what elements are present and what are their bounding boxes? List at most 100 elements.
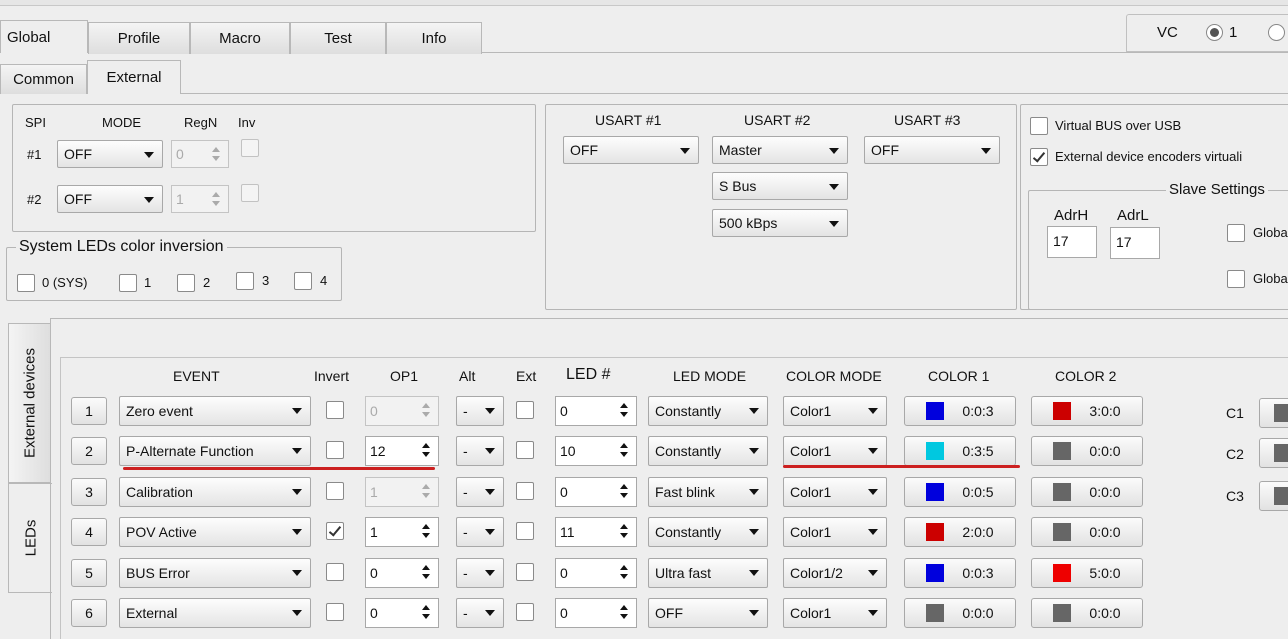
alt-select[interactable]: - (456, 558, 504, 588)
tab-leds[interactable]: LEDs (8, 483, 52, 593)
usart-2-rate-select[interactable]: 500 kBps (712, 209, 848, 237)
c1-button[interactable] (1259, 398, 1288, 428)
invert-checkbox[interactable] (326, 441, 344, 459)
alt-select[interactable]: - (456, 598, 504, 628)
color-mode-select[interactable]: Color1 (783, 436, 887, 466)
global-1-checkbox[interactable] (1227, 224, 1245, 242)
usart-1-select[interactable]: OFF (563, 136, 699, 164)
ext-checkbox[interactable] (516, 563, 534, 581)
event-select[interactable]: POV Active (119, 517, 311, 547)
sysled-1-checkbox[interactable] (119, 274, 137, 292)
spi-2-inv-checkbox[interactable] (241, 184, 259, 202)
color-mode-select[interactable]: Color1/2 (783, 558, 887, 588)
invert-checkbox[interactable] (326, 522, 344, 540)
alt-select[interactable]: - (456, 477, 504, 507)
tab-external-devices[interactable]: External devices (8, 323, 50, 483)
color2-button[interactable]: 0:0:0 (1031, 477, 1143, 507)
row-number-button[interactable]: 5 (71, 559, 107, 587)
encoders-virtual-checkbox[interactable] (1030, 148, 1048, 166)
event-select[interactable]: External (119, 598, 311, 628)
led-mode-select[interactable]: Ultra fast (648, 558, 768, 588)
spi-2-regn-spinner[interactable]: 1 (171, 185, 229, 213)
tab-profile[interactable]: Profile (88, 22, 190, 54)
color1-button[interactable]: 0:3:5 (904, 436, 1016, 466)
color1-button[interactable]: 0:0:0 (904, 598, 1016, 628)
adrh-input[interactable]: 17 (1047, 226, 1097, 258)
op1-spinner[interactable]: 0 (365, 396, 439, 426)
ext-checkbox[interactable] (516, 401, 534, 419)
usart-3-select[interactable]: OFF (864, 136, 1000, 164)
led-mode-select[interactable]: Constantly (648, 436, 768, 466)
invert-checkbox[interactable] (326, 563, 344, 581)
usart-2-mode-select[interactable]: Master (712, 136, 848, 164)
spi-1-regn-spinner[interactable]: 0 (171, 140, 229, 168)
color2-button[interactable]: 0:0:0 (1031, 517, 1143, 547)
usart-2-bus-select[interactable]: S Bus (712, 172, 848, 200)
sysled-2-checkbox[interactable] (177, 274, 195, 292)
tab-global[interactable]: Global (0, 20, 88, 53)
led-mode-select[interactable]: Constantly (648, 396, 768, 426)
tab-common[interactable]: Common (0, 64, 87, 94)
sysled-3-checkbox[interactable] (236, 272, 254, 290)
spi-1-mode-select[interactable]: OFF (57, 140, 163, 168)
led-number-spinner[interactable]: 10 (555, 436, 637, 466)
invert-checkbox[interactable] (326, 482, 344, 500)
event-select[interactable]: Calibration (119, 477, 311, 507)
c2-button[interactable] (1259, 438, 1288, 468)
color2-button[interactable]: 3:0:0 (1031, 396, 1143, 426)
led-number-spinner[interactable]: 0 (555, 477, 637, 507)
led-number-spinner[interactable]: 0 (555, 598, 637, 628)
row-number-button[interactable]: 4 (71, 518, 107, 546)
color1-button[interactable]: 0:0:3 (904, 558, 1016, 588)
op1-spinner[interactable]: 0 (365, 598, 439, 628)
tab-external[interactable]: External (87, 60, 181, 94)
tab-info[interactable]: Info (386, 22, 482, 54)
tab-test[interactable]: Test (290, 22, 386, 54)
color-mode-select[interactable]: Color1 (783, 598, 887, 628)
vc-radio-1[interactable] (1206, 24, 1223, 41)
led-number-spinner[interactable]: 0 (555, 558, 637, 588)
color-mode-select[interactable]: Color1 (783, 517, 887, 547)
sysled-4-checkbox[interactable] (294, 272, 312, 290)
alt-select[interactable]: - (456, 396, 504, 426)
color1-button[interactable]: 2:0:0 (904, 517, 1016, 547)
virtual-bus-usb-checkbox[interactable] (1030, 117, 1048, 135)
row-number-button[interactable]: 3 (71, 478, 107, 506)
spi-2-mode-select[interactable]: OFF (57, 185, 163, 213)
ext-checkbox[interactable] (516, 441, 534, 459)
op1-spinner[interactable]: 0 (365, 558, 439, 588)
color1-button[interactable]: 0:0:3 (904, 396, 1016, 426)
event-select[interactable]: P-Alternate Function (119, 436, 311, 466)
tab-macro[interactable]: Macro (190, 22, 290, 54)
alt-select[interactable]: - (456, 436, 504, 466)
op1-spinner[interactable]: 1 (365, 477, 439, 507)
ext-checkbox[interactable] (516, 482, 534, 500)
op1-spinner[interactable]: 12 (365, 436, 439, 466)
color-mode-select[interactable]: Color1 (783, 396, 887, 426)
ext-checkbox[interactable] (516, 603, 534, 621)
led-number-spinner[interactable]: 0 (555, 396, 637, 426)
color2-button[interactable]: 0:0:0 (1031, 436, 1143, 466)
event-select[interactable]: Zero event (119, 396, 311, 426)
invert-checkbox[interactable] (326, 603, 344, 621)
event-select[interactable]: BUS Error (119, 558, 311, 588)
row-number-button[interactable]: 6 (71, 599, 107, 627)
color2-button[interactable]: 5:0:0 (1031, 558, 1143, 588)
spi-1-inv-checkbox[interactable] (241, 139, 259, 157)
sysled-0-checkbox[interactable] (17, 274, 35, 292)
row-number-button[interactable]: 1 (71, 397, 107, 425)
led-mode-select[interactable]: Constantly (648, 517, 768, 547)
row-number-button[interactable]: 2 (71, 437, 107, 465)
color1-button[interactable]: 0:0:5 (904, 477, 1016, 507)
invert-checkbox[interactable] (326, 401, 344, 419)
ext-checkbox[interactable] (516, 522, 534, 540)
led-mode-select[interactable]: Fast blink (648, 477, 768, 507)
color-mode-select[interactable]: Color1 (783, 477, 887, 507)
op1-spinner[interactable]: 1 (365, 517, 439, 547)
color2-button[interactable]: 0:0:0 (1031, 598, 1143, 628)
global-2-checkbox[interactable] (1227, 270, 1245, 288)
vc-radio-2[interactable] (1268, 24, 1285, 41)
led-mode-select[interactable]: OFF (648, 598, 768, 628)
c3-button[interactable] (1259, 481, 1288, 511)
alt-select[interactable]: - (456, 517, 504, 547)
